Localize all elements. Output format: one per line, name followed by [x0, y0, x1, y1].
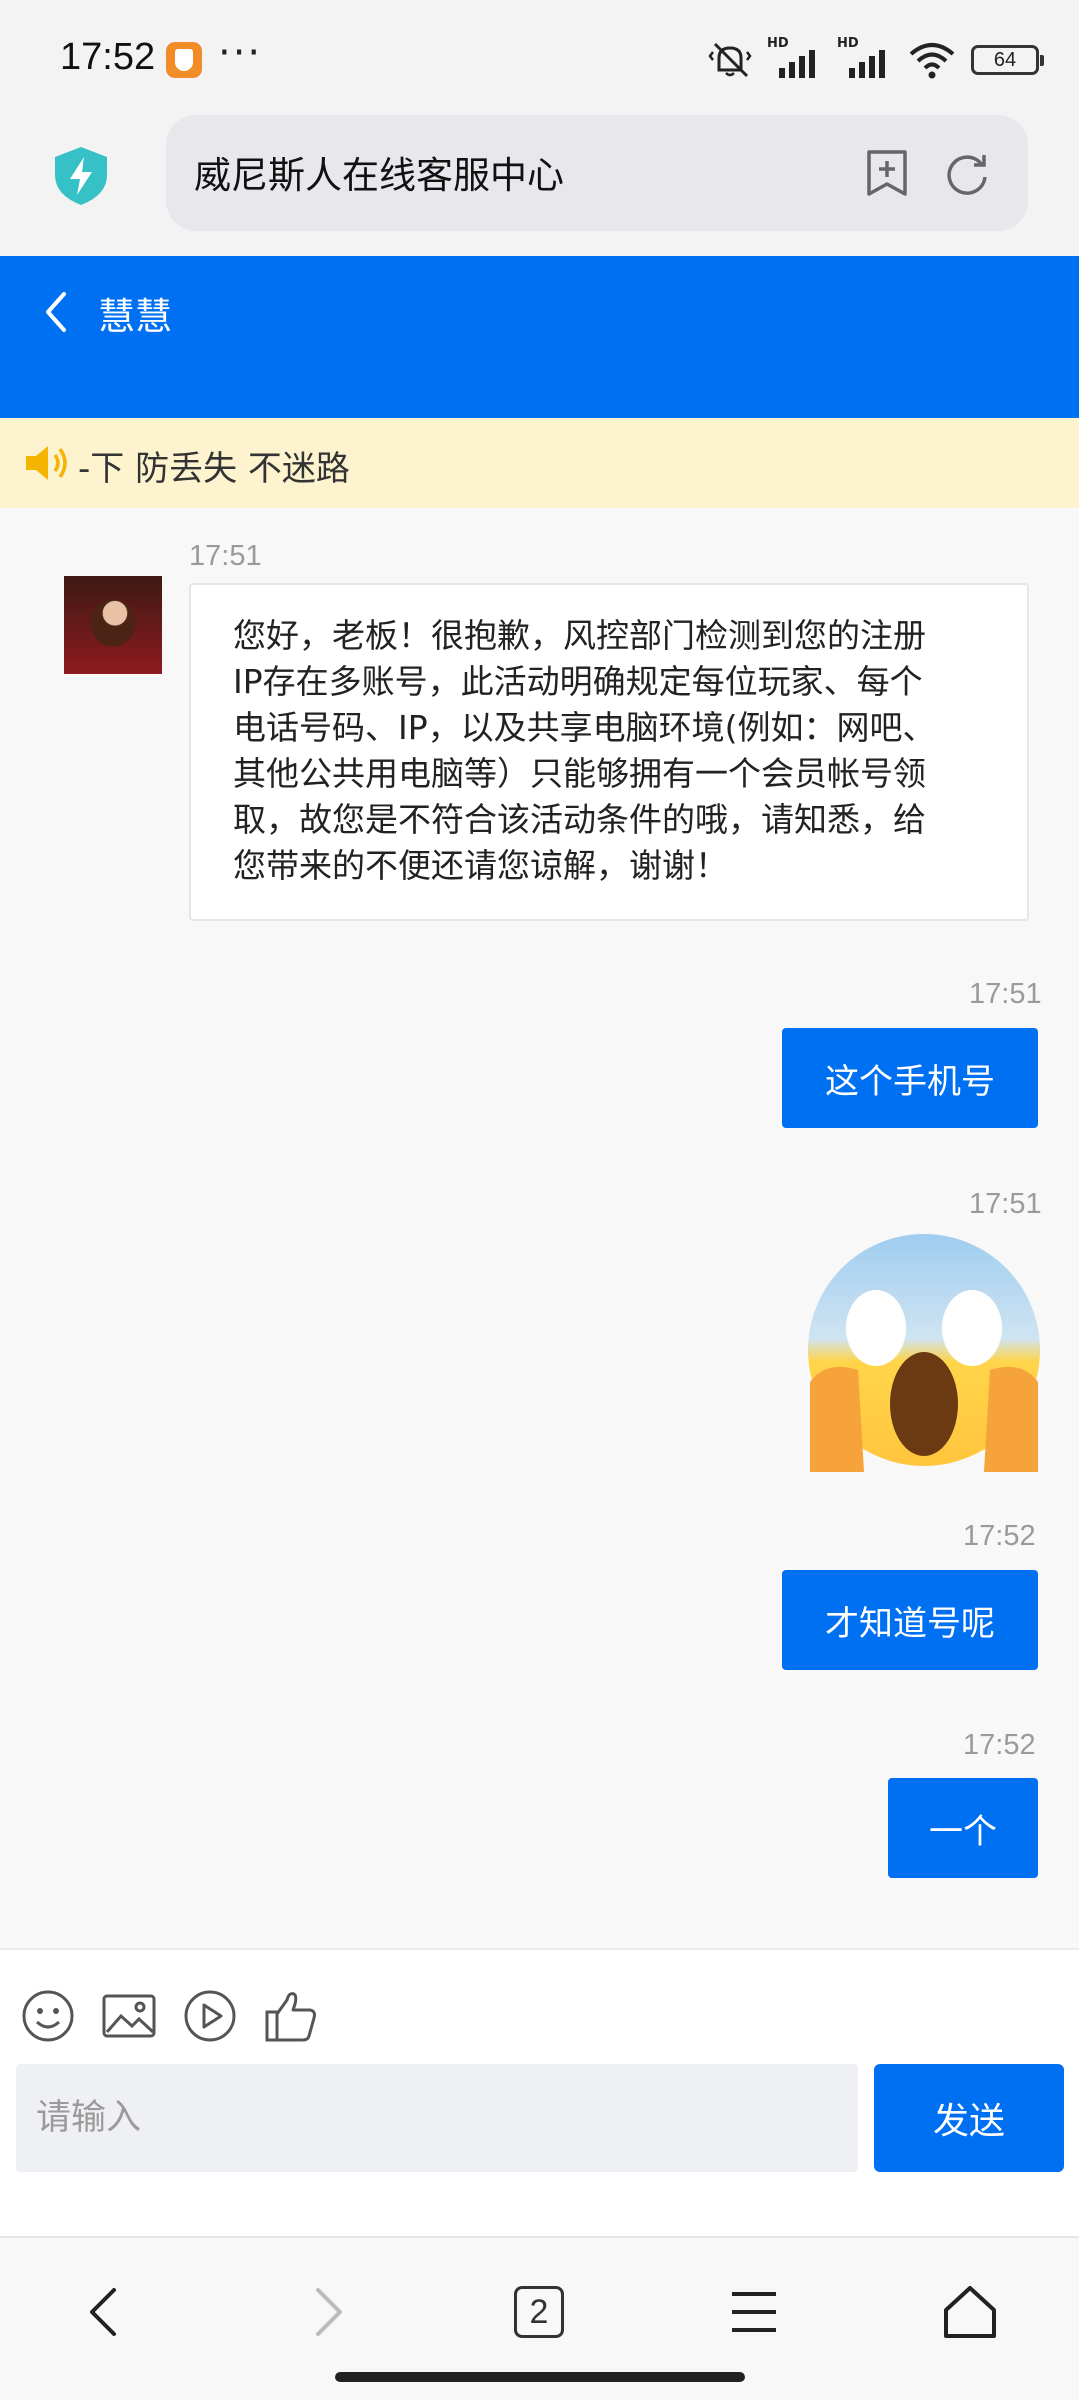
speaker-icon [26, 446, 67, 480]
shield-app-icon [166, 42, 202, 78]
outgoing-message[interactable]: 这个手机号 [782, 1028, 1038, 1128]
message-time: 17:52 [963, 1520, 1036, 1552]
send-button[interactable]: 发送 [874, 2064, 1064, 2172]
reload-icon[interactable] [944, 151, 990, 197]
nav-forward-icon[interactable] [296, 2282, 356, 2342]
outgoing-message[interactable]: 才知道号呢 [782, 1570, 1038, 1670]
message-composer: 发送 [0, 1948, 1079, 2236]
nav-back-icon[interactable] [76, 2282, 136, 2342]
status-time: 17:52 [60, 36, 156, 78]
signal-1-label: HD [767, 36, 789, 51]
message-input[interactable] [16, 2064, 858, 2172]
wifi-icon [909, 43, 955, 79]
incoming-message-text: 您好，老板！很抱歉，风控部门检测到您的注册 IP存在多账号，此活动明确规定每位玩… [233, 616, 936, 885]
status-bar: 17:52 ··· HD HD 64 [0, 0, 1079, 115]
home-indicator[interactable] [335, 2372, 745, 2382]
signal-2-label: HD [837, 36, 859, 51]
emoji-icon[interactable] [20, 1988, 76, 2044]
url-title[interactable]: 威尼斯人在线客服中心 [194, 145, 564, 199]
message-time: 17:51 [189, 540, 262, 572]
outgoing-message[interactable]: 一个 [888, 1778, 1038, 1878]
scream-emoji-icon[interactable] [806, 1232, 1042, 1472]
home-icon[interactable] [940, 2282, 1000, 2342]
thumbs-up-icon[interactable] [263, 1988, 319, 2044]
agent-name: 慧慧 [98, 295, 172, 338]
video-play-icon[interactable] [182, 1988, 238, 2044]
tabs-button[interactable]: 2 [514, 2286, 564, 2338]
more-notifications-icon: ··· [218, 30, 263, 76]
agent-avatar[interactable] [64, 576, 162, 674]
back-arrow-icon[interactable] [40, 288, 70, 336]
chat-messages[interactable]: 17:51 您好，老板！很抱歉，风控部门检测到您的注册 IP存在多账号，此活动明… [0, 508, 1079, 1948]
browser-nav-bar: 2 [0, 2236, 1079, 2400]
battery-indicator: 64 [971, 45, 1044, 75]
url-field[interactable]: 威尼斯人在线客服中心 [166, 115, 1028, 231]
message-time: 17:51 [969, 1188, 1042, 1220]
notice-bar: -下 防丢失 不迷路 [0, 418, 1079, 508]
signal-2-icon: HD [837, 36, 893, 80]
image-icon[interactable] [101, 1988, 157, 2044]
message-time: 17:51 [969, 978, 1042, 1010]
security-shield-icon[interactable] [53, 145, 109, 207]
chat-header: 慧慧 [0, 256, 1079, 418]
message-time: 17:52 [963, 1729, 1036, 1761]
vibrate-mute-icon [708, 42, 752, 78]
notice-text: -下 防丢失 不迷路 [78, 449, 350, 489]
incoming-message[interactable]: 您好，老板！很抱歉，风控部门检测到您的注册 IP存在多账号，此活动明确规定每位玩… [189, 583, 1029, 921]
browser-address-bar: 威尼斯人在线客服中心 [0, 115, 1079, 255]
add-bookmark-icon[interactable] [864, 149, 910, 197]
signal-1-icon: HD [767, 36, 823, 80]
status-indicators: HD HD 64 [707, 36, 1044, 82]
menu-icon[interactable] [724, 2282, 784, 2342]
